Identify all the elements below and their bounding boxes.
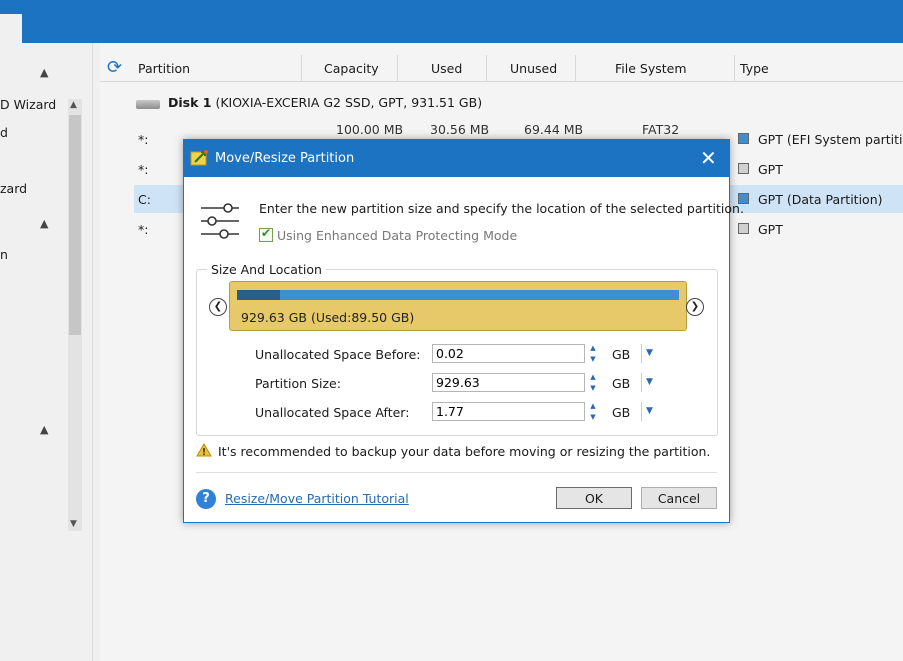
checkmark-icon: ✔ [261,226,272,240]
unit-dropdown-icon[interactable]: ▼ [646,348,653,358]
help-icon[interactable]: ? [196,489,216,509]
spin-up-icon[interactable]: ▲ [585,401,601,411]
ok-button[interactable]: OK [556,487,632,509]
collapse-chevron-icon[interactable]: ▲ [40,217,48,230]
backup-warning: It's recommended to backup your data bef… [218,444,711,459]
enhanced-mode-label[interactable]: Using Enhanced Data Protecting Mode [277,228,517,243]
spin-down-icon[interactable]: ▼ [585,354,601,364]
column-divider[interactable] [575,55,576,81]
cancel-button[interactable]: Cancel [641,487,717,509]
left-pane-scrollbar[interactable]: ▲ ▼ [68,99,82,531]
move-resize-icon [190,150,208,166]
collapse-chevron-icon[interactable]: ▲ [40,423,48,436]
move-right-icon[interactable]: ❯ [686,298,704,316]
tutorial-link[interactable]: Resize/Move Partition Tutorial [225,491,409,506]
unallocated-before-label: Unallocated Space Before: [255,347,421,362]
partition-type: GPT [758,222,783,237]
unit-label: GB [612,347,631,362]
left-nav-item[interactable]: zard [0,181,27,196]
scroll-up-icon[interactable]: ▲ [70,100,77,110]
app-header-bar [0,0,903,43]
unit-divider [641,344,642,363]
partition-type: GPT (Data Partition) [758,192,883,207]
col-header-partition[interactable]: Partition [138,61,190,76]
disk-icon [136,100,160,109]
left-nav-item[interactable]: d [0,125,8,140]
dialog-instructions: Enter the new partition size and specify… [259,201,744,216]
partition-type: GPT (EFI System partition) [758,132,903,147]
unit-dropdown-icon[interactable]: ▼ [646,406,653,416]
unit-divider [641,402,642,421]
disk-name: Disk 1 [168,95,212,110]
scrollbar-thumb[interactable] [69,115,81,335]
spin-up-icon[interactable]: ▲ [585,372,601,382]
partition-size-label: Partition Size: [255,376,341,391]
partition-color-swatch [738,133,749,144]
scroll-down-icon[interactable]: ▼ [70,519,77,529]
col-header-used[interactable]: Used [431,61,462,76]
left-nav-item[interactable]: n [0,247,8,262]
partition-file-system: FAT32 [642,122,680,137]
partition-used: 30.56 MB [430,122,490,137]
col-header-capacity[interactable]: Capacity [324,61,379,76]
move-left-icon[interactable]: ❮ [209,298,227,316]
partition-letter: *: [138,222,149,237]
enhanced-mode-checkbox[interactable]: ✔ [259,226,273,242]
disk-details: (KIOXIA-EXCERIA G2 SSD, GPT, 931.51 GB) [215,95,483,110]
partition-type: GPT [758,162,783,177]
unit-dropdown-icon[interactable]: ▼ [646,377,653,387]
spin-down-icon[interactable]: ▼ [585,383,601,393]
sliders-icon [201,203,239,239]
dialog-title: Move/Resize Partition [215,151,355,166]
partition-resize-bar[interactable]: 929.63 GB (Used:89.50 GB) [229,281,687,331]
column-divider[interactable] [397,55,398,81]
col-header-file-system[interactable]: File System [615,61,687,76]
close-icon[interactable]: ✕ [700,146,717,170]
column-divider[interactable] [486,55,487,81]
spin-up-icon[interactable]: ▲ [585,343,601,353]
disk-row[interactable]: Disk 1 (KIOXIA-EXCERIA G2 SSD, GPT, 931.… [168,95,482,110]
partition-color-swatch [738,163,749,174]
partition-bar-label: 929.63 GB (Used:89.50 GB) [241,310,415,325]
unallocated-after-stepper[interactable]: ▲ ▼ [585,401,601,422]
dialog-title-bar[interactable]: Move/Resize Partition ✕ [184,140,729,177]
unit-label: GB [612,405,631,420]
unit-divider [641,373,642,392]
partition-used-fill [237,290,280,300]
move-resize-dialog: Move/Resize Partition ✕ Enter the new pa… [183,139,744,523]
partition-color-swatch [738,223,749,234]
active-tab-edge [0,14,22,43]
unit-label: GB [612,376,631,391]
partition-capacity: 100.00 MB [336,122,404,137]
column-divider[interactable] [301,55,302,81]
col-header-unused[interactable]: Unused [510,61,557,76]
column-divider[interactable] [734,55,735,81]
group-label: Size And Location [207,262,326,277]
partition-letter: *: [138,132,149,147]
partition-bar-fill [237,290,679,300]
partition-letter: C: [138,192,151,207]
partition-letter: *: [138,162,149,177]
unallocated-before-input[interactable] [432,344,585,363]
spin-down-icon[interactable]: ▼ [585,412,601,422]
unallocated-before-stepper[interactable]: ▲ ▼ [585,343,601,364]
left-action-pane: ▲ D Wizard d zard ▲ n ▲ ▲ ▼ [0,43,93,661]
col-header-type[interactable]: Type [740,61,769,76]
divider [196,472,717,473]
size-location-group: Size And Location ❮ 929.63 GB (Used:89.5… [196,262,718,436]
table-header: Partition Capacity Used Unused File Syst… [100,55,903,82]
warning-icon [196,443,212,457]
partition-unused: 69.44 MB [524,122,584,137]
unallocated-after-label: Unallocated Space After: [255,405,410,420]
partition-size-stepper[interactable]: ▲ ▼ [585,372,601,393]
unallocated-after-input[interactable] [432,402,585,421]
left-nav-item[interactable]: D Wizard [0,97,56,112]
partition-size-input[interactable] [432,373,585,392]
collapse-chevron-icon[interactable]: ▲ [40,66,48,79]
